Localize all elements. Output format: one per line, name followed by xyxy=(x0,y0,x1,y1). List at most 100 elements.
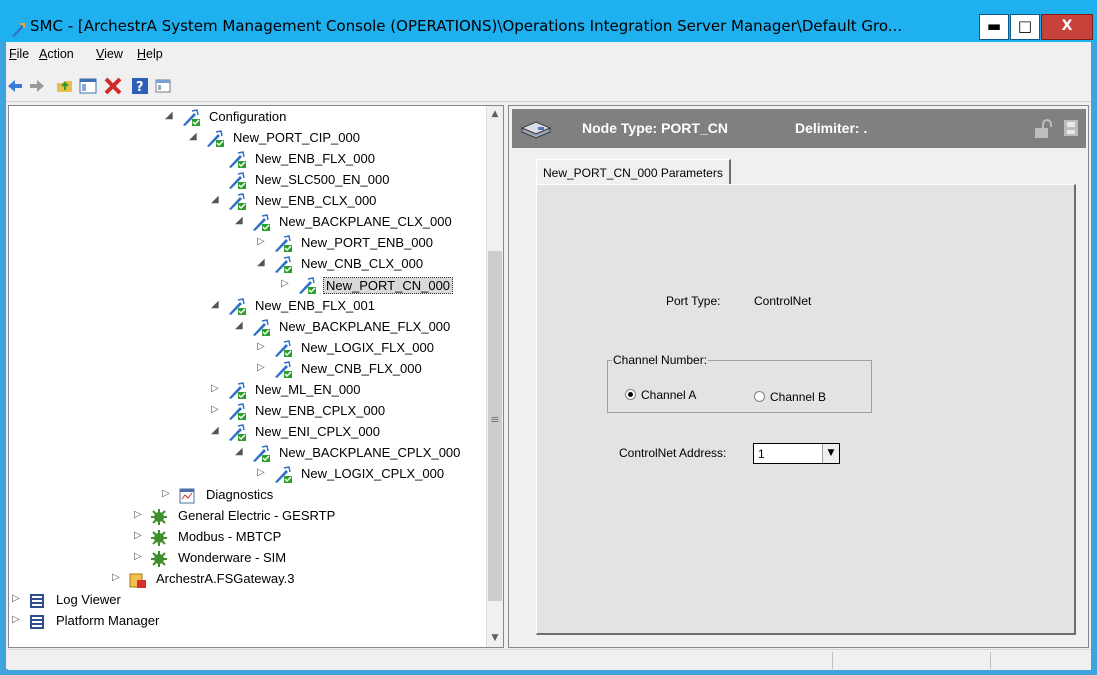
expand-arrow-icon[interactable]: ▷ xyxy=(12,593,24,604)
scroll-down-arrow-icon[interactable]: ▼ xyxy=(487,630,503,647)
tree-item-label: Diagnostics xyxy=(206,487,274,502)
collapse-arrow-icon[interactable]: ◢ xyxy=(211,194,223,205)
expand-arrow-icon[interactable]: ▷ xyxy=(134,551,146,562)
controlnet-address-select[interactable]: 1 ▼ xyxy=(753,443,840,464)
plug-icon xyxy=(227,193,247,211)
gateway-icon xyxy=(128,571,148,589)
back-arrow-icon[interactable] xyxy=(6,77,24,95)
scroll-grip-icon: ≡ xyxy=(490,413,500,426)
expand-arrow-icon[interactable]: ▷ xyxy=(211,404,223,415)
expand-arrow-icon[interactable]: ▷ xyxy=(12,614,24,625)
details-pane: Node Type: PORT_CN Delimiter: . New_PORT… xyxy=(508,105,1089,648)
menu-view[interactable]: View xyxy=(96,47,123,61)
expand-arrow-icon[interactable]: ▷ xyxy=(162,488,174,499)
tab-strip: New_PORT_CN_000 Parameters xyxy=(536,159,1076,185)
chevron-down-icon[interactable]: ▼ xyxy=(822,444,839,463)
tree-item-label: New_BACKPLANE_CPLX_000 xyxy=(279,445,461,460)
console-tree[interactable]: ◢ Configuration ◢ New_PORT_CIP_000 New_ENB_F… xyxy=(8,105,504,648)
close-button[interactable]: X xyxy=(1041,14,1093,40)
gear-icon xyxy=(150,508,170,526)
tab-parameters[interactable]: New_PORT_CN_000 Parameters xyxy=(536,159,731,185)
window-title: SMC - [ArchestrA System Management Conso… xyxy=(30,17,903,35)
tree-item-label: General Electric - GESRTP xyxy=(178,508,336,523)
channel-number-title: Channel Number: xyxy=(612,353,709,367)
tree-item-label: New_ENI_CPLX_000 xyxy=(255,424,381,439)
expand-arrow-icon[interactable]: ▷ xyxy=(257,362,269,373)
collapse-arrow-icon[interactable]: ◢ xyxy=(165,110,177,121)
minimize-icon: ▬ xyxy=(986,17,1002,35)
save-icon[interactable] xyxy=(1063,119,1079,137)
tree-item-label: New_SLC500_EN_000 xyxy=(255,172,390,187)
unlock-icon[interactable] xyxy=(1034,119,1052,139)
channel-b-label: Channel B xyxy=(770,390,827,404)
expand-arrow-icon[interactable]: ▷ xyxy=(134,530,146,541)
radio-unselected-icon xyxy=(754,391,765,402)
tree-item-label: New_LOGIX_FLX_000 xyxy=(301,340,434,355)
expand-arrow-icon[interactable]: ▷ xyxy=(211,383,223,394)
controlnet-address-label: ControlNet Address: xyxy=(619,446,727,460)
network-device-icon xyxy=(520,121,552,139)
collapse-arrow-icon[interactable]: ◢ xyxy=(189,131,201,142)
client-area: File Action View Help ? ◢ Configuration ◢ N… xyxy=(6,42,1091,670)
scroll-thumb[interactable] xyxy=(488,251,502,601)
minimize-button[interactable]: ▬ xyxy=(979,14,1009,40)
plug-icon xyxy=(273,361,293,379)
platform-manager-icon xyxy=(28,613,48,631)
toolbar: ? xyxy=(6,66,1091,102)
collapse-arrow-icon[interactable]: ◢ xyxy=(211,425,223,436)
collapse-arrow-icon[interactable]: ◢ xyxy=(235,446,247,457)
collapse-arrow-icon[interactable]: ◢ xyxy=(235,320,247,331)
show-hide-tree-icon[interactable] xyxy=(79,77,97,95)
properties-icon[interactable] xyxy=(154,77,172,95)
log-viewer-icon xyxy=(28,592,48,610)
menu-action[interactable]: Action xyxy=(39,47,74,61)
port-type-label: Port Type: xyxy=(666,294,721,308)
tree-item-label: New_LOGIX_CPLX_000 xyxy=(301,466,445,481)
forward-arrow-icon[interactable] xyxy=(28,77,46,95)
channel-number-group: Channel Number: Channel A Channel B xyxy=(607,353,872,413)
tree-item-label: New_BACKPLANE_CLX_000 xyxy=(279,214,452,229)
expand-arrow-icon[interactable]: ▷ xyxy=(257,236,269,247)
title-bar[interactable]: SMC - [ArchestrA System Management Conso… xyxy=(0,0,1097,42)
tree-item-label: Wonderware - SIM xyxy=(178,550,287,565)
tree-item-label: New_ENB_CPLX_000 xyxy=(255,403,386,418)
channel-a-label: Channel A xyxy=(641,388,697,402)
tree-item-label: New_ENB_CLX_000 xyxy=(255,193,377,208)
plug-icon xyxy=(227,298,247,316)
collapse-arrow-icon[interactable]: ◢ xyxy=(257,257,269,268)
expand-arrow-icon[interactable]: ▷ xyxy=(112,572,124,583)
plug-icon xyxy=(227,382,247,400)
delete-icon[interactable] xyxy=(104,77,122,95)
tree-item-label: New_ENB_FLX_001 xyxy=(255,298,375,313)
node-header: Node Type: PORT_CN Delimiter: . xyxy=(512,109,1086,148)
up-folder-icon[interactable] xyxy=(56,77,74,95)
plug-icon xyxy=(251,214,271,232)
maximize-button[interactable]: □ xyxy=(1010,14,1040,40)
collapse-arrow-icon[interactable]: ◢ xyxy=(235,215,247,226)
tree-item-label: New_CNB_CLX_000 xyxy=(301,256,424,271)
menu-help[interactable]: Help xyxy=(137,47,163,61)
tree-item-label: ArchestrA.FSGateway.3 xyxy=(156,571,295,586)
scroll-up-arrow-icon[interactable]: ▲ xyxy=(487,106,503,123)
plug-icon xyxy=(251,445,271,463)
menu-file[interactable]: File xyxy=(9,47,29,61)
tree-item-label: Configuration xyxy=(209,109,287,124)
menu-bar: File Action View Help xyxy=(6,42,1091,66)
node-type-label: Node Type: PORT_CN xyxy=(582,120,728,136)
help-icon[interactable]: ? xyxy=(131,77,149,95)
tree-item-label: New_ML_EN_000 xyxy=(255,382,361,397)
collapse-arrow-icon[interactable]: ◢ xyxy=(211,299,223,310)
tree-item-label: New_PORT_ENB_000 xyxy=(301,235,433,250)
tree-item-label: Modbus - MBTCP xyxy=(178,529,282,544)
expand-arrow-icon[interactable]: ▷ xyxy=(281,278,293,289)
tree-vertical-scrollbar[interactable]: ▲ ≡ ▼ xyxy=(486,106,503,647)
tree-item-label: New_PORT_CIP_000 xyxy=(233,130,360,145)
expand-arrow-icon[interactable]: ▷ xyxy=(257,341,269,352)
gear-icon xyxy=(150,529,170,547)
status-divider xyxy=(990,652,991,669)
plug-icon xyxy=(273,340,293,358)
expand-arrow-icon[interactable]: ▷ xyxy=(257,467,269,478)
plug-icon xyxy=(273,256,293,274)
expand-arrow-icon[interactable]: ▷ xyxy=(134,509,146,520)
port-type-value: ControlNet xyxy=(754,294,812,308)
